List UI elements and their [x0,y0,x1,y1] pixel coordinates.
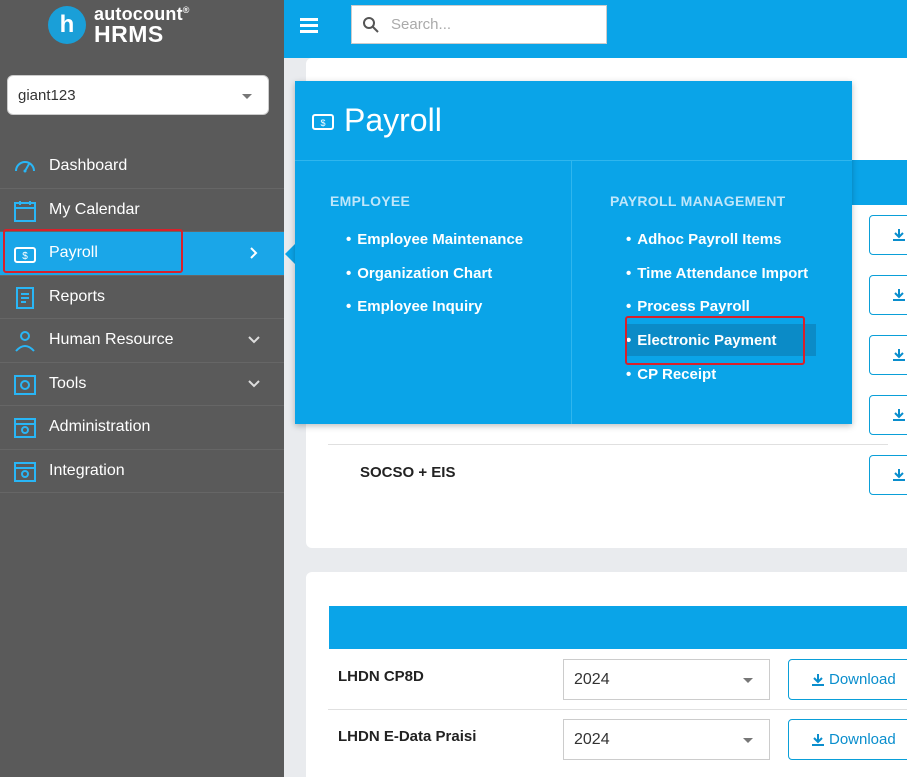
menu-item-adhoc-payroll-items[interactable]: Adhoc Payroll Items [626,231,781,248]
integration-icon [14,461,36,482]
socso-label: SOCSO + EIS [360,464,456,481]
payroll-icon: $ [14,247,36,263]
search-placeholder: Search... [391,16,452,33]
sidebar-item-reports[interactable]: Reports [0,276,284,319]
reports-icon [16,286,34,309]
sidebar-item-label: Dashboard [49,157,128,175]
chevron-right-icon [250,247,258,259]
row-label: LHDN CP8D [338,668,424,685]
download-button[interactable]: Download [788,659,907,700]
sidebar-item-integration[interactable]: Integration [0,450,284,493]
sidebar-item-label: Integration [49,461,125,479]
download-button[interactable]: Do [869,335,907,375]
caret-down-icon [242,94,252,99]
menu-item-time-attendance-import[interactable]: Time Attendance Import [626,265,808,282]
menu-item-process-payroll[interactable]: Process Payroll [626,298,750,315]
tools-icon [14,374,36,395]
payroll-mega-menu: $ Payroll EMPLOYEE Employee Maintenance … [295,81,852,424]
company-select-value: giant123 [18,86,76,104]
human-resource-icon [15,331,35,352]
payroll-management-heading: PAYROLL MANAGEMENT [610,193,786,209]
download-icon [893,409,905,421]
chevron-down-icon [248,379,260,387]
sidebar-item-payroll[interactable]: $ Payroll [0,232,284,276]
download-icon [893,229,905,241]
employee-heading: EMPLOYEE [330,193,411,209]
row-divider [328,444,888,445]
download-icon [812,733,824,746]
sidebar-item-administration[interactable]: Administration [0,406,284,450]
hamburger-menu-icon[interactable] [300,18,318,34]
sidebar-item-calendar[interactable]: My Calendar [0,189,284,232]
chevron-down-icon [248,336,260,344]
brand-product: HRMS [94,20,164,47]
sidebar-item-dashboard[interactable]: Dashboard [0,145,284,189]
company-select[interactable]: giant123 [7,75,269,115]
sidebar: h autocount® HRMS giant123 Dashboard My … [0,0,284,777]
download-icon [893,289,905,301]
sidebar-item-label: Reports [49,287,106,305]
sidebar-item-label: Human Resource [49,331,174,349]
caret-down-icon [743,678,753,683]
brand-logo-icon: h [48,6,86,44]
payroll-icon: $ [312,114,334,130]
popup-header: $ Payroll [295,81,852,161]
popup-title: Payroll [344,102,442,138]
sidebar-item-tools[interactable]: Tools [0,363,284,406]
menu-item-organization-chart[interactable]: Organization Chart [346,265,492,282]
column-divider [571,161,572,424]
brand-mark: ® [182,4,190,15]
download-button[interactable]: Do [869,215,907,255]
svg-text:$: $ [22,251,28,262]
row-label: LHDN E-Data Praisi [338,728,477,745]
download-button[interactable]: Download [788,719,907,760]
row-divider [328,709,907,710]
electronic-payment-highlight-outline [625,316,805,365]
sidebar-item-label: My Calendar [49,200,140,218]
calendar-icon [14,200,36,222]
popup-pointer [285,244,295,264]
download-icon [812,673,824,686]
caret-down-icon [743,738,753,743]
year-select[interactable]: 2024 [563,719,770,760]
menu-item-employee-maintenance[interactable]: Employee Maintenance [346,231,523,248]
administration-icon [14,418,36,438]
sidebar-nav: Dashboard My Calendar $ Payroll Reports … [0,145,284,493]
menu-item-cp-receipt[interactable]: CP Receipt [626,366,716,383]
download-icon [893,469,905,481]
download-button[interactable]: Do [869,455,907,495]
download-button[interactable]: Do [869,275,907,315]
search-icon [363,17,379,33]
download-icon [893,349,905,361]
card-header-bar [329,606,907,649]
menu-item-employee-inquiry[interactable]: Employee Inquiry [346,298,482,315]
sidebar-item-label: Payroll [49,244,98,262]
search-input[interactable]: Search... [351,5,607,44]
brand-logo[interactable]: h autocount® HRMS [48,5,190,45]
year-select[interactable]: 2024 [563,659,770,700]
download-button[interactable]: Do [869,395,907,435]
svg-text:$: $ [320,118,325,128]
sidebar-item-human-resource[interactable]: Human Resource [0,319,284,363]
sidebar-item-label: Administration [49,418,151,436]
topbar: Search... [284,0,907,58]
dashboard-icon [15,161,35,173]
tax-card: LHDN CP8D 2024 Download LHDN E-Data Prai… [306,572,907,777]
sidebar-item-label: Tools [49,374,87,392]
